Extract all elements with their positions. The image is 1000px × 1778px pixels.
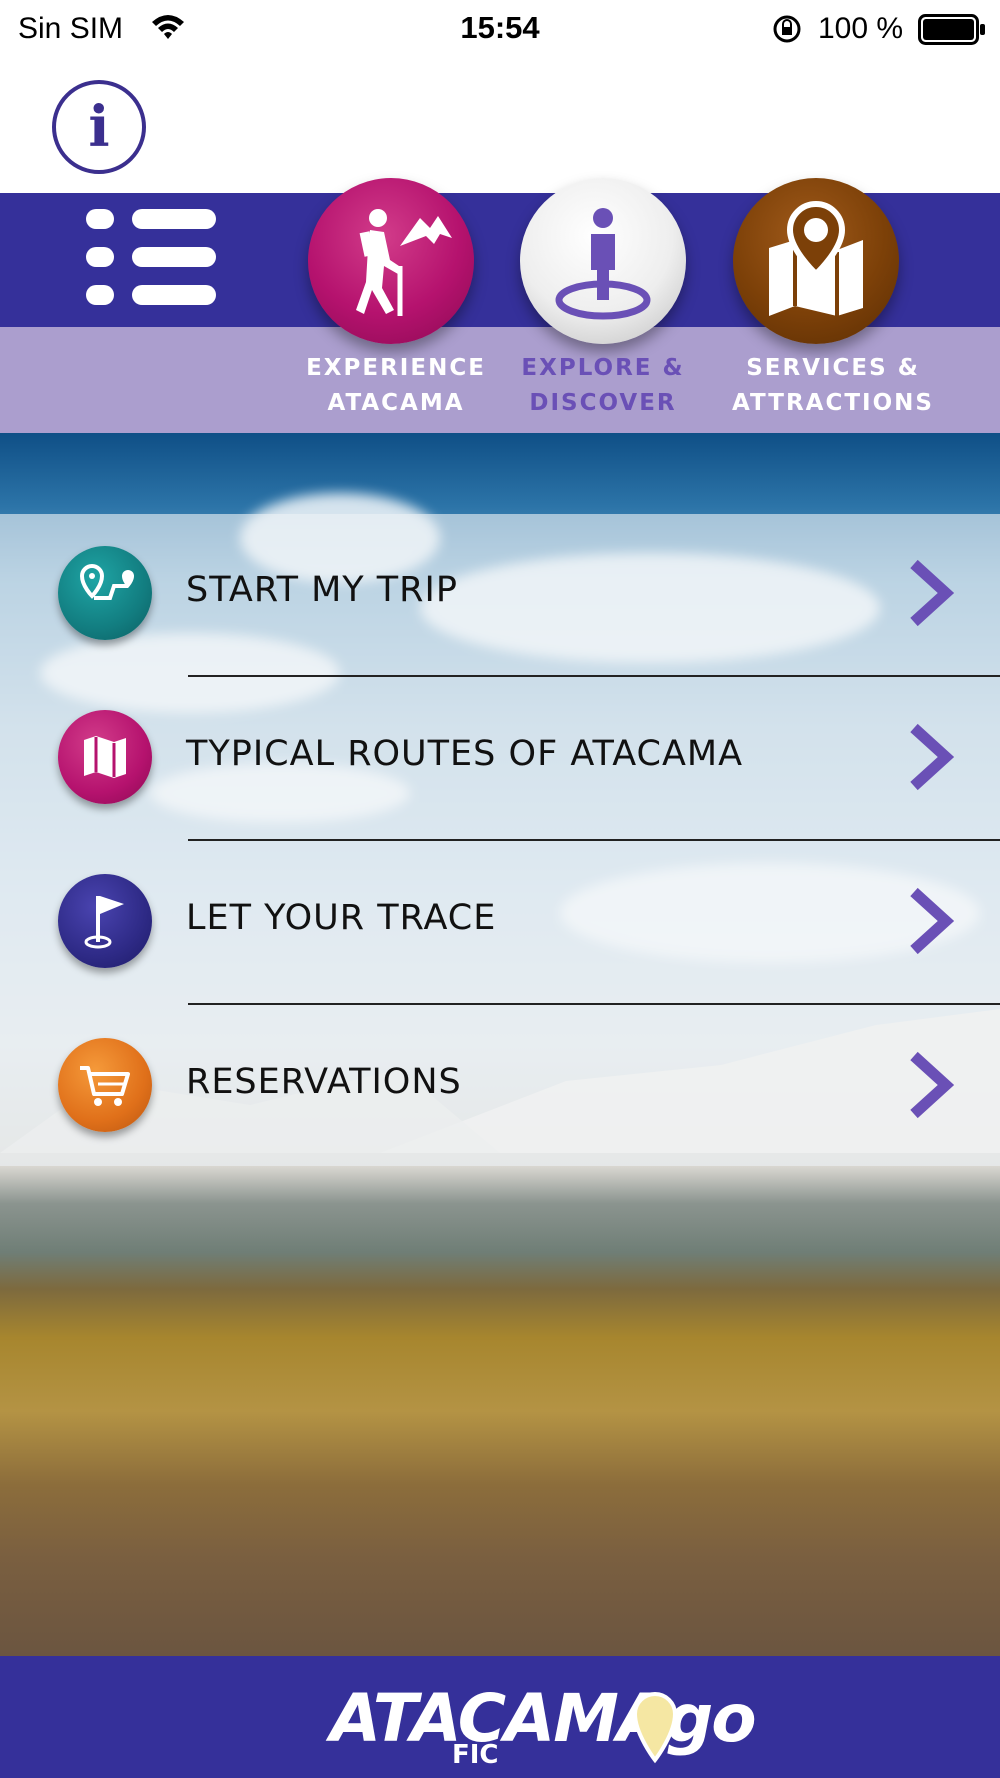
logo-text: ATACAMAgo xyxy=(330,1680,757,1757)
chevron-right-icon xyxy=(910,723,954,791)
chevron-right-icon xyxy=(910,887,954,955)
flag-icon xyxy=(58,874,152,968)
info-icon[interactable]: i xyxy=(52,80,146,174)
hiker-icon xyxy=(356,209,452,316)
menu-item-label: LET YOUR TRACE xyxy=(186,898,497,938)
menu-item-typical-routes[interactable]: TYPICAL ROUTES OF ATACAMA xyxy=(0,678,1000,842)
chevron-right-icon xyxy=(910,1051,954,1119)
route-icon xyxy=(58,546,152,640)
experience-atacama-button[interactable] xyxy=(308,178,474,344)
location-pin-icon xyxy=(632,1691,678,1764)
nav-label-experience[interactable]: EXPERIENCE ATACAMA xyxy=(291,351,501,421)
divider xyxy=(188,839,1000,841)
nav-label-explore[interactable]: EXPLORE & DISCOVER xyxy=(498,351,708,421)
map-pin-icon xyxy=(769,200,863,316)
footer: ATACAMAgo FIC xyxy=(0,1656,1000,1778)
divider xyxy=(188,675,1000,677)
menu-item-start-my-trip[interactable]: START MY TRIP xyxy=(0,514,1000,678)
map-icon xyxy=(58,710,152,804)
orientation-lock-icon xyxy=(770,12,804,51)
menu-item-label: TYPICAL ROUTES OF ATACAMA xyxy=(186,734,744,774)
cart-icon xyxy=(58,1038,152,1132)
app-logo: ATACAMAgo FIC xyxy=(330,1680,757,1770)
info-row: i xyxy=(0,58,1000,193)
list-menu-icon[interactable] xyxy=(86,207,216,307)
services-attractions-button[interactable] xyxy=(733,178,899,344)
battery-percent: 100 % xyxy=(818,12,904,45)
status-bar: Sin SIM 15:54 100 % xyxy=(0,0,1000,58)
person-location-icon xyxy=(555,208,651,320)
chevron-right-icon xyxy=(910,559,954,627)
menu-item-let-your-trace[interactable]: LET YOUR TRACE xyxy=(0,842,1000,1006)
menu-item-label: RESERVATIONS xyxy=(186,1062,462,1102)
divider xyxy=(188,1003,1000,1005)
battery-icon xyxy=(918,14,986,51)
menu-item-label: START MY TRIP xyxy=(186,570,458,610)
menu-panel: START MY TRIP TYPICAL ROUTES OF ATACAMA xyxy=(0,514,1000,1166)
logo-subtext: FIC xyxy=(452,1740,499,1770)
nav-label-services[interactable]: SERVICES & ATTRACTIONS xyxy=(728,351,938,421)
explore-discover-button[interactable] xyxy=(520,178,686,344)
menu-item-reservations[interactable]: RESERVATIONS xyxy=(0,1006,1000,1170)
